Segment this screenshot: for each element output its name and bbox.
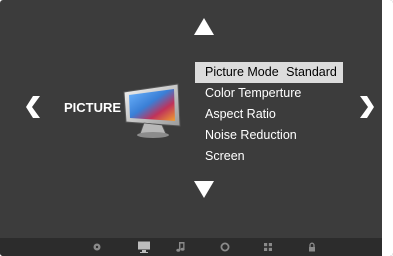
tv-osd-screen: PICTURE Picture Mode Standard Color Temp… <box>0 0 393 256</box>
picture-menu: Picture Mode Standard Color Temperture A… <box>195 62 343 167</box>
up-arrow-icon[interactable] <box>194 18 214 35</box>
menu-item-label: Color Temperture <box>205 86 302 100</box>
monitor-picture-icon <box>123 83 181 138</box>
menu-item-picture-mode[interactable]: Picture Mode Standard <box>195 62 343 83</box>
bottom-tab-bar <box>0 238 393 256</box>
menu-item-aspect-ratio[interactable]: Aspect Ratio <box>195 104 343 125</box>
lock-icon[interactable] <box>307 241 317 253</box>
monitor-icon[interactable] <box>137 241 151 253</box>
section-title: PICTURE <box>64 100 122 115</box>
menu-item-screen[interactable]: Screen <box>195 146 343 167</box>
menu-item-color-temperature[interactable]: Color Temperture <box>195 83 343 104</box>
menu-item-label: Picture Mode <box>205 65 279 79</box>
menu-item-label: Screen <box>205 149 245 163</box>
right-chevron-icon[interactable] <box>360 96 374 118</box>
settings-dot-icon[interactable] <box>92 241 102 253</box>
down-arrow-icon[interactable] <box>194 181 214 198</box>
music-note-icon[interactable] <box>176 241 186 253</box>
menu-item-label: Noise Reduction <box>205 128 297 142</box>
menu-item-noise-reduction[interactable]: Noise Reduction <box>195 125 343 146</box>
grid-icon[interactable] <box>263 241 273 253</box>
menu-item-label: Aspect Ratio <box>205 107 276 121</box>
screen-edge <box>382 0 393 256</box>
circle-icon[interactable] <box>220 241 230 253</box>
left-chevron-icon[interactable] <box>26 96 40 118</box>
menu-item-value: Standard <box>286 65 337 79</box>
